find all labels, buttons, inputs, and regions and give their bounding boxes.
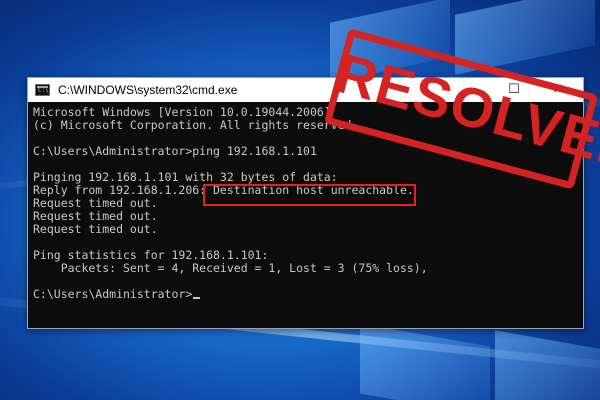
prompt-text: C:\Users\Administrator> [33,287,193,301]
console-line: Packets: Sent = 4, Received = 1, Lost = … [33,261,428,275]
windows-logo-pane [360,323,490,400]
console-line: (c) Microsoft Corporation. All rights re… [33,118,359,132]
windows-logo-pane [495,330,600,400]
error-highlight-box [203,184,416,206]
console-prompt-line[interactable]: C:\Users\Administrator> [33,287,201,301]
console-line: Request timed out. [33,222,158,236]
text-cursor [193,297,201,299]
window-title: C:\WINDOWS\system32\cmd.exe [58,83,238,97]
cmd-icon[interactable]: C:\ [35,84,50,96]
console-line: C:\Users\Administrator>ping 192.168.1.10… [33,144,317,158]
